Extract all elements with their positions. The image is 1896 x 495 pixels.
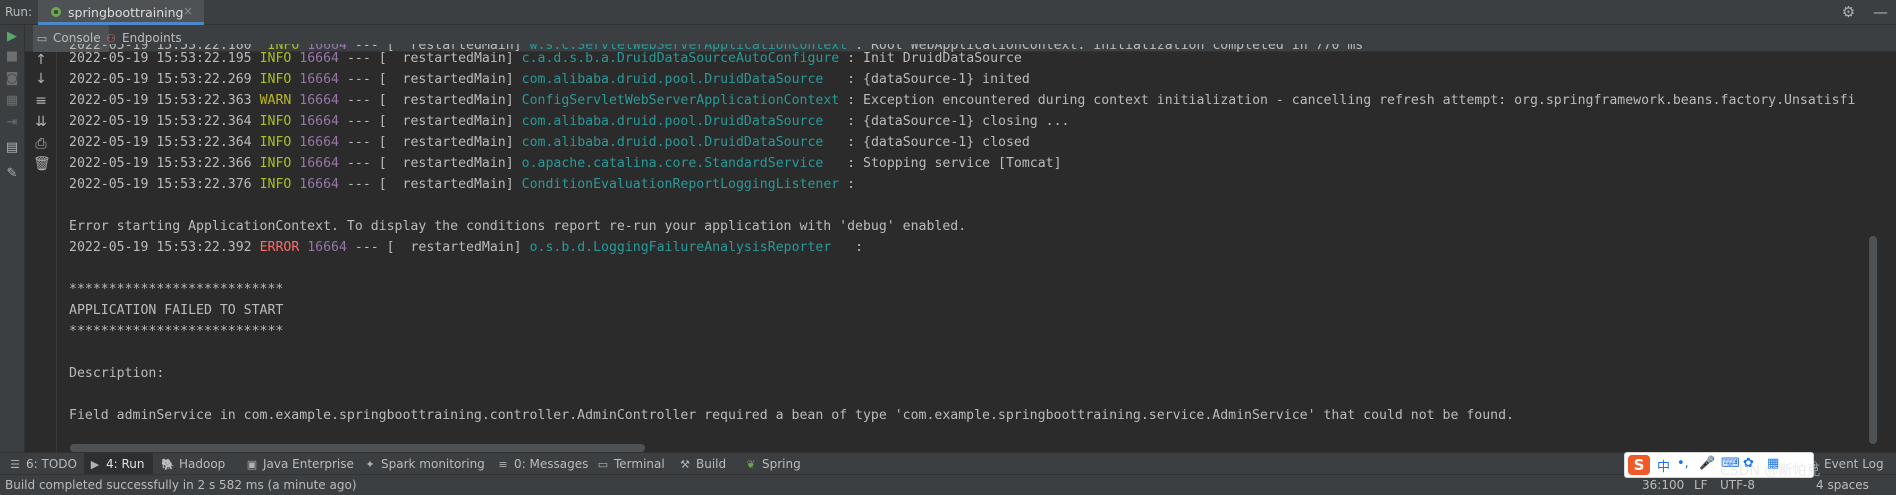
spark-icon: ✦	[365, 458, 375, 471]
punctuation-icon[interactable]: •,	[1677, 456, 1689, 471]
file-encoding[interactable]: UTF-8	[1720, 478, 1755, 492]
tool-window-messages[interactable]: ≡ 0: Messages	[492, 453, 592, 475]
microphone-icon[interactable]: 🎤	[1699, 456, 1715, 471]
scroll-to-end-icon[interactable]: ⇊	[33, 114, 49, 130]
hadoop-icon: 🐘	[161, 458, 175, 471]
up-arrow-icon[interactable]: ↑	[33, 52, 49, 68]
soft-wrap-icon[interactable]: ≡	[33, 93, 49, 109]
restore-layout-icon[interactable]: ▦	[4, 93, 20, 109]
log-line: ***************************	[69, 324, 284, 339]
log-line: Description:	[69, 366, 165, 381]
line-separator[interactable]: LF	[1694, 478, 1708, 492]
layout-icon[interactable]: ▤	[4, 140, 20, 156]
build-icon: ⚒	[680, 458, 690, 471]
log-line: ***************************	[69, 282, 284, 297]
log-line: Field adminService in com.example.spring…	[69, 408, 1514, 423]
run-config-tab[interactable]: springboottraining ×	[38, 0, 204, 25]
status-message: Build completed successfully in 2 s 582 …	[5, 478, 357, 492]
log-line: APPLICATION FAILED TO START	[69, 303, 284, 318]
camera-icon[interactable]: ◙	[4, 71, 20, 87]
pin-icon[interactable]: ✎	[4, 166, 20, 182]
tool-window-hadoop[interactable]: 🐘 Hadoop	[157, 453, 229, 475]
down-arrow-icon[interactable]: ↓	[33, 71, 49, 87]
run-icon: ▶	[90, 458, 100, 471]
close-icon[interactable]: ×	[183, 4, 193, 18]
vertical-scrollbar-thumb[interactable]	[1869, 236, 1877, 444]
log-line: 2022-05-19 15:53:22.269 INFO 16664 --- […	[69, 72, 1030, 87]
log-line: Error starting ApplicationContext. To di…	[69, 219, 967, 234]
exit-icon[interactable]: ⇥	[4, 115, 20, 131]
log-line: 2022-05-19 15:53:22.392 ERROR 16664 --- …	[69, 240, 864, 255]
terminal-icon: ▭	[597, 458, 609, 471]
run-tool-window-header: Run: springboottraining × ⚙ —	[0, 0, 1896, 25]
log-line: 2022-05-19 15:53:22.366 INFO 16664 --- […	[69, 156, 1062, 171]
tool-window-build[interactable]: ⚒ Build	[674, 453, 730, 475]
minimize-icon[interactable]: —	[1873, 3, 1888, 21]
tool-window-todo[interactable]: ☰ 6: TODO	[4, 453, 81, 475]
tool-window-spark-monitoring[interactable]: ✦ Spark monitoring	[359, 453, 489, 475]
console-actions-toolbar: ↑ ↓ ≡ ⇊ ⎙ 🗑	[25, 52, 57, 452]
log-line: 2022-05-19 15:53:22.195 INFO 16664 --- […	[69, 51, 1022, 66]
tool-window-terminal[interactable]: ▭ Terminal	[592, 453, 669, 475]
stop-icon[interactable]: ■	[4, 49, 20, 65]
spring-icon: ❦	[746, 458, 756, 471]
caret-position[interactable]: 36:100	[1642, 478, 1684, 492]
tool-window-bar: ☰ 6: TODO ▶ 4: Run 🐘 Hadoop ▣ Java Enterpris…	[0, 452, 1896, 475]
trash-icon[interactable]: 🗑	[33, 156, 51, 172]
messages-icon: ≡	[498, 458, 508, 471]
tool-window-spring[interactable]: ❦ Spring	[740, 453, 805, 475]
java-enterprise-icon: ▣	[246, 458, 258, 471]
run-config-tab-label: springboottraining	[68, 5, 184, 20]
console-icon: ▭	[36, 32, 48, 45]
todo-icon: ☰	[10, 458, 20, 471]
log-line: 2022-05-19 15:53:22.376 INFO 16664 --- […	[69, 177, 856, 192]
sogou-logo-icon: S	[1628, 455, 1650, 475]
rerun-icon[interactable]: ▶	[4, 29, 20, 45]
console-output[interactable]: 2022-05-19 15:53:22.180 INFO 16664 --- […	[57, 44, 1867, 444]
log-line: 2022-05-19 15:53:22.364 INFO 16664 --- […	[69, 114, 1070, 129]
spring-boot-icon	[51, 7, 61, 17]
log-line: 2022-05-19 15:53:22.364 INFO 16664 --- […	[69, 135, 1030, 150]
status-bar: Build completed successfully in 2 s 582 …	[0, 474, 1896, 495]
gear-icon[interactable]: ⚙	[1842, 3, 1855, 21]
run-actions-toolbar: ▶ ■ ◙ ▦ ⇥ ▤ ✎	[0, 25, 25, 452]
tool-window-java-enterprise[interactable]: ▣ Java Enterprise	[241, 453, 358, 475]
ime-mode[interactable]: 中	[1657, 456, 1670, 475]
horizontal-scrollbar-thumb[interactable]	[70, 444, 645, 452]
run-label: Run:	[5, 5, 33, 19]
tool-window-run[interactable]: ▶ 4: Run	[84, 453, 153, 475]
print-icon[interactable]: ⎙	[33, 136, 49, 152]
log-line: 2022-05-19 15:53:22.363 WARN 16664 --- […	[69, 93, 1856, 108]
watermark: CSDN @斯帕克	[1720, 463, 1821, 479]
indent-setting[interactable]: 4 spaces	[1816, 478, 1869, 492]
